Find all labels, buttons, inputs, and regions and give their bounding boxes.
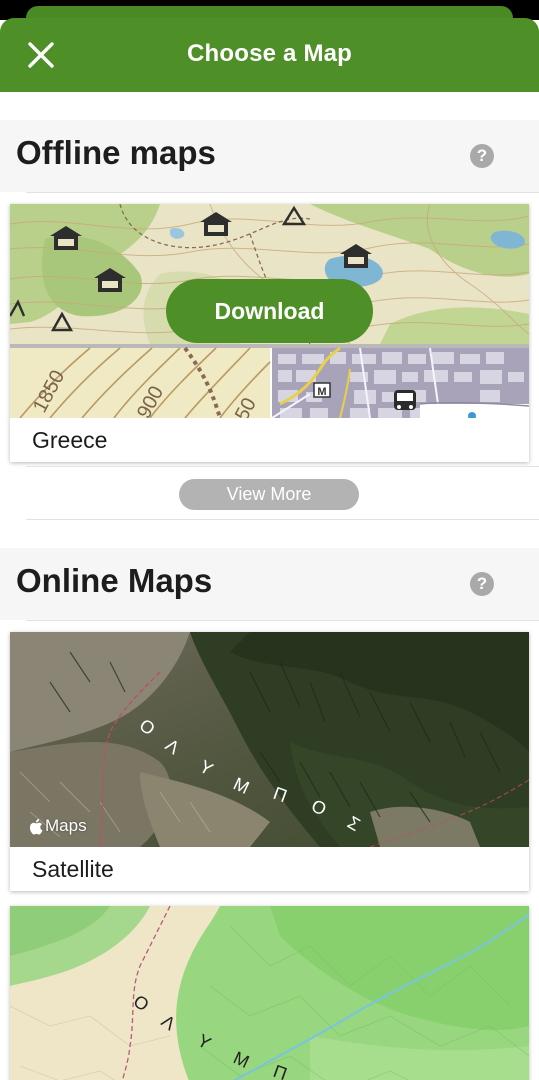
header-bar: Choose a Map [0, 18, 539, 92]
view-more-button[interactable]: View More [179, 479, 359, 510]
apple-logo-icon [29, 818, 43, 835]
download-button[interactable]: Download [166, 279, 373, 343]
map-list[interactable]: Offline maps ? 1850 900 50 M Download Gr… [0, 92, 539, 1080]
bus-icon [394, 390, 416, 410]
maps-attribution-label: Maps [45, 816, 87, 835]
offline-section-header: Offline maps ? [0, 120, 539, 192]
divider [26, 519, 539, 520]
divider [26, 466, 539, 467]
terrain-map-image: Ο Λ Υ Μ Π [10, 906, 529, 1080]
maps-attribution: Maps [28, 816, 87, 836]
online-help-icon[interactable]: ? [470, 572, 494, 596]
map-card-greece[interactable]: 1850 900 50 M Download Greece [10, 204, 529, 462]
map-card-terrain[interactable]: Ο Λ Υ Μ Π [10, 906, 529, 1080]
choose-map-screen: Choose a Map Offline maps ? 1850 900 50 … [0, 0, 539, 1080]
divider [26, 620, 539, 621]
divider [26, 192, 539, 193]
metro-station-glyph: M [317, 386, 326, 398]
offline-help-icon[interactable]: ? [470, 144, 494, 168]
map-name-satellite: Satellite [32, 856, 114, 882]
greece-map-preview: 1850 900 50 M Download [10, 204, 529, 418]
map-card-satellite[interactable]: Ο Λ Υ Μ Π Ο Σ Maps Satellite [10, 632, 529, 891]
map-name-greece: Greece [32, 427, 108, 453]
online-section-title: Online Maps [16, 562, 213, 599]
offline-section-title: Offline maps [16, 134, 216, 171]
online-section-header: Online Maps ? [0, 548, 539, 620]
satellite-map-preview: Ο Λ Υ Μ Π Ο Σ Maps [10, 632, 529, 847]
page-title: Choose a Map [186, 40, 353, 67]
terrain-map-preview: Ο Λ Υ Μ Π [10, 906, 529, 1080]
satellite-imagery: Ο Λ Υ Μ Π Ο Σ [10, 632, 529, 847]
